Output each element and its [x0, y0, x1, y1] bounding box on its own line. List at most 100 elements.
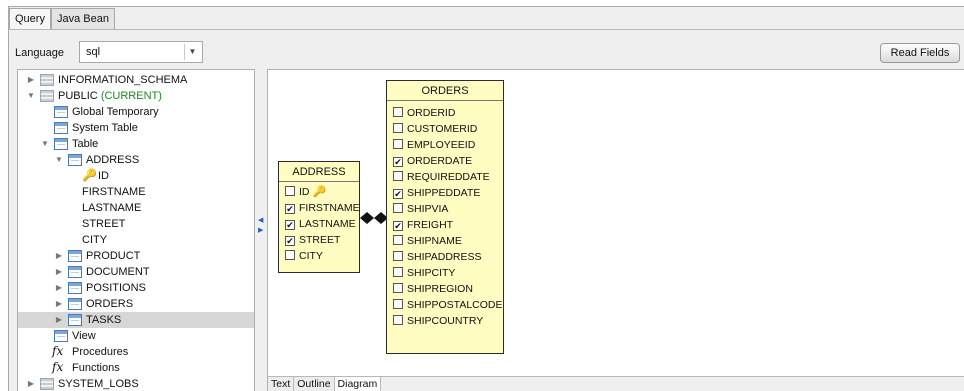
tree-item-global-temporary[interactable]: Global Temporary — [18, 104, 254, 120]
tree-item-system-table[interactable]: System Table — [18, 120, 254, 136]
schema-tree[interactable]: ▶ INFORMATION_SCHEMA ▼ PUBLIC (CURRENT) … — [17, 69, 255, 391]
field-lastname[interactable]: ✔ LASTNAME — [279, 216, 359, 232]
tab-diagram[interactable]: Diagram — [334, 377, 382, 391]
field-checkbox[interactable] — [393, 107, 403, 117]
entity-title: ORDERS — [387, 81, 503, 101]
field-city[interactable]: CITY — [279, 248, 359, 264]
entity-orders[interactable]: ORDERS ORDERID CUSTOMERID EMPLOYEEID ✔ OR… — [386, 80, 504, 354]
field-shipcountry[interactable]: SHIPCOUNTRY — [387, 313, 503, 329]
field-street[interactable]: ✔ STREET — [279, 232, 359, 248]
field-shipvia[interactable]: SHIPVIA — [387, 201, 503, 217]
field-label: SHIPPEDDATE — [407, 187, 481, 199]
table-icon — [54, 138, 68, 150]
tree-item-table[interactable]: ▼ Table — [18, 136, 254, 152]
field-orderdate[interactable]: ✔ ORDERDATE — [387, 153, 503, 169]
field-label: CITY — [299, 250, 323, 262]
tree-item-positions[interactable]: ▶ POSITIONS — [18, 280, 254, 296]
expand-arrow-icon[interactable]: ▶ — [54, 296, 64, 312]
tree-item-procedures[interactable]: fx Procedures — [18, 344, 254, 360]
field-checkbox[interactable]: ✔ — [285, 220, 295, 230]
read-fields-button[interactable]: Read Fields — [880, 43, 960, 63]
expand-arrow-icon[interactable]: ▶ — [26, 376, 36, 391]
join-end-left-icon — [360, 212, 374, 224]
query-editor-panel: Query Java Bean Language sql ▼ Read Fiel… — [8, 6, 964, 391]
tree-item-product[interactable]: ▶ PRODUCT — [18, 248, 254, 264]
tree-item-address[interactable]: ▼ ADDRESS — [18, 152, 254, 168]
tree-item-city[interactable]: CITY — [18, 232, 254, 248]
table-icon — [68, 314, 82, 326]
field-checkbox[interactable] — [393, 123, 403, 133]
field-checkbox[interactable] — [285, 250, 295, 260]
tree-item-label: Table — [72, 138, 99, 150]
tree-item-view[interactable]: View — [18, 328, 254, 344]
tab-text[interactable]: Text — [268, 377, 295, 391]
collapse-right-icon[interactable]: ▶ — [258, 227, 263, 234]
top-tabbar: Query Java Bean — [9, 7, 115, 29]
tab-outline[interactable]: Outline — [294, 377, 335, 391]
expand-arrow-icon[interactable]: ▶ — [54, 248, 64, 264]
tree-item-firstname[interactable]: FIRSTNAME — [18, 184, 254, 200]
field-id[interactable]: ID 🔑 — [279, 184, 359, 200]
expand-arrow-icon[interactable]: ▶ — [54, 264, 64, 280]
field-checkbox[interactable] — [393, 267, 403, 277]
tree-item-orders[interactable]: ▶ ORDERS — [18, 296, 254, 312]
panel-splitter[interactable]: ◀ ▶ — [258, 217, 266, 237]
tree-item-information-schema[interactable]: ▶ INFORMATION_SCHEMA — [18, 72, 254, 88]
tree-item-lastname[interactable]: LASTNAME — [18, 200, 254, 216]
collapse-arrow-icon[interactable]: ▼ — [26, 88, 36, 104]
field-label: REQUIREDDATE — [407, 171, 490, 183]
field-orderid[interactable]: ORDERID — [387, 105, 503, 121]
tree-item-label: View — [72, 330, 96, 342]
field-checkbox[interactable] — [393, 203, 403, 213]
field-label: SHIPADDRESS — [407, 251, 482, 263]
tree-item-label: FIRSTNAME — [82, 186, 146, 198]
collapse-left-icon[interactable]: ◀ — [258, 217, 263, 224]
field-shippostalcode[interactable]: SHIPPOSTALCODE — [387, 297, 503, 313]
tab-java-bean[interactable]: Java Bean — [50, 8, 115, 29]
tree-item-tasks[interactable]: ▶ TASKS — [18, 312, 254, 328]
expand-arrow-icon[interactable]: ▶ — [54, 312, 64, 328]
field-checkbox[interactable] — [393, 299, 403, 309]
tree-item-label: LASTNAME — [82, 202, 142, 214]
field-checkbox[interactable]: ✔ — [285, 236, 295, 246]
diagram-canvas[interactable]: ADDRESS ID 🔑 ✔ FIRSTNAME ✔ LASTNAME ✔ STREET… — [267, 69, 964, 391]
field-checkbox[interactable]: ✔ — [393, 157, 403, 167]
field-requireddate[interactable]: REQUIREDDATE — [387, 169, 503, 185]
field-checkbox[interactable] — [393, 171, 403, 181]
field-shippeddate[interactable]: ✔ SHIPPEDDATE — [387, 185, 503, 201]
entity-title: ADDRESS — [279, 162, 359, 182]
field-checkbox[interactable] — [393, 283, 403, 293]
language-select[interactable]: sql ▼ — [79, 41, 203, 63]
field-checkbox[interactable] — [393, 315, 403, 325]
field-shipname[interactable]: SHIPNAME — [387, 233, 503, 249]
expand-arrow-icon[interactable]: ▶ — [54, 280, 64, 296]
tree-item-public[interactable]: ▼ PUBLIC (CURRENT) — [18, 88, 254, 104]
tree-item-id[interactable]: 🔑 ID — [18, 168, 254, 184]
tree-item-document[interactable]: ▶ DOCUMENT — [18, 264, 254, 280]
chevron-down-icon[interactable]: ▼ — [184, 44, 200, 60]
field-checkbox[interactable] — [285, 186, 295, 196]
field-checkbox[interactable]: ✔ — [285, 204, 295, 214]
field-shipcity[interactable]: SHIPCITY — [387, 265, 503, 281]
tree-item-street[interactable]: STREET — [18, 216, 254, 232]
field-shipaddress[interactable]: SHIPADDRESS — [387, 249, 503, 265]
field-checkbox[interactable]: ✔ — [393, 189, 403, 199]
collapse-arrow-icon[interactable]: ▼ — [40, 136, 50, 152]
field-checkbox[interactable] — [393, 235, 403, 245]
collapse-arrow-icon[interactable]: ▼ — [54, 152, 64, 168]
expand-arrow-icon[interactable]: ▶ — [26, 72, 36, 88]
field-checkbox[interactable] — [393, 139, 403, 149]
tab-query[interactable]: Query — [9, 8, 51, 29]
field-freight[interactable]: ✔ FREIGHT — [387, 217, 503, 233]
field-checkbox[interactable] — [393, 251, 403, 261]
field-firstname[interactable]: ✔ FIRSTNAME — [279, 200, 360, 216]
field-employeeid[interactable]: EMPLOYEEID — [387, 137, 503, 153]
entity-address[interactable]: ADDRESS ID 🔑 ✔ FIRSTNAME ✔ LASTNAME ✔ STREET… — [278, 161, 360, 273]
field-label: ORDERDATE — [407, 155, 473, 167]
tree-item-system-lobs[interactable]: ▶ SYSTEM_LOBS — [18, 376, 254, 391]
tree-item-functions[interactable]: fx Functions — [18, 360, 254, 376]
field-customerid[interactable]: CUSTOMERID — [387, 121, 503, 137]
table-icon — [68, 266, 82, 278]
field-shipregion[interactable]: SHIPREGION — [387, 281, 503, 297]
field-checkbox[interactable]: ✔ — [393, 221, 403, 231]
